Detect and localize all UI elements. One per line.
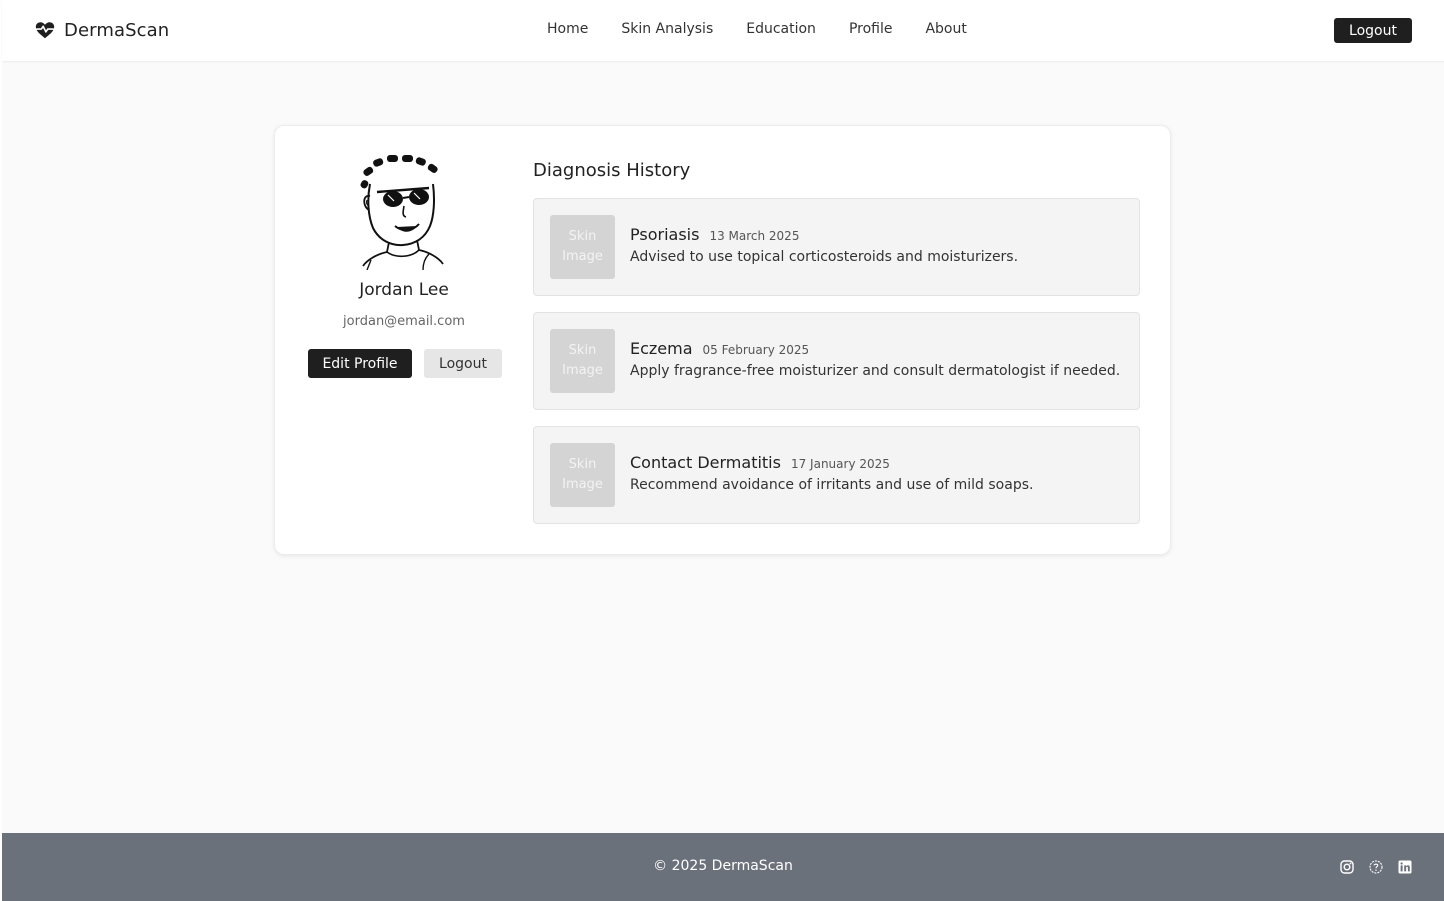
nav-education[interactable]: Education [746, 19, 816, 39]
header-logout-button[interactable]: Logout [1334, 18, 1412, 43]
skin-image-thumbnail: Skin Image [550, 329, 615, 393]
nav-skin-analysis[interactable]: Skin Analysis [621, 19, 713, 39]
profile-logout-button[interactable]: Logout [424, 349, 502, 378]
profile-name: Jordan Lee [359, 280, 449, 300]
skin-image-thumbnail: Skin Image [550, 443, 615, 507]
brand-name: DermaScan [64, 19, 170, 41]
edit-profile-button[interactable]: Edit Profile [308, 349, 412, 378]
main-nav: Home Skin Analysis Education Profile Abo… [547, 19, 967, 39]
history-entry[interactable]: Skin Image Psoriasis 13 March 2025 Advise… [533, 198, 1140, 296]
diagnosis-note: Recommend avoidance of irritants and use… [630, 477, 1034, 493]
avatar [357, 154, 449, 271]
condition-name: Contact Dermatitis [630, 453, 781, 472]
profile-email: jordan@email.com [343, 314, 465, 329]
nav-profile[interactable]: Profile [849, 19, 893, 39]
nav-about[interactable]: About [925, 19, 966, 39]
social-links [1340, 859, 1412, 874]
profile-panel: Jordan Lee jordan@email.com Edit Profile… [275, 126, 533, 554]
condition-name: Psoriasis [630, 225, 700, 244]
help-icon[interactable] [1369, 859, 1383, 874]
diagnosis-note: Advised to use topical corticosteroids a… [630, 249, 1019, 265]
history-title: Diagnosis History [533, 160, 691, 181]
history-entry[interactable]: Skin Image Eczema 05 February 2025 Apply … [533, 312, 1140, 410]
brand[interactable]: DermaScan [34, 17, 169, 43]
diagnosis-date: 17 January 2025 [790, 457, 890, 471]
footer: © 2025 DermaScan [2, 833, 1444, 901]
nav-home[interactable]: Home [547, 19, 588, 39]
linkedin-icon[interactable] [1398, 859, 1412, 874]
copyright-text: © 2025 DermaScan [653, 858, 793, 874]
instagram-icon[interactable] [1340, 859, 1354, 874]
heart-pulse-icon [34, 19, 56, 41]
diagnosis-note: Apply fragrance-free moisturizer and con… [630, 363, 1121, 379]
diagnosis-history: Diagnosis History Skin Image Psoriasis 13… [533, 126, 1140, 554]
diagnosis-date: 13 March 2025 [709, 229, 800, 243]
diagnosis-date: 05 February 2025 [702, 343, 810, 357]
history-entry[interactable]: Skin Image Contact Dermatitis 17 January … [533, 426, 1140, 524]
top-navbar: DermaScan Home Skin Analysis Education P… [2, 0, 1444, 61]
profile-card: Jordan Lee jordan@email.com Edit Profile… [274, 125, 1171, 555]
condition-name: Eczema [630, 339, 693, 358]
skin-image-thumbnail: Skin Image [550, 215, 615, 279]
